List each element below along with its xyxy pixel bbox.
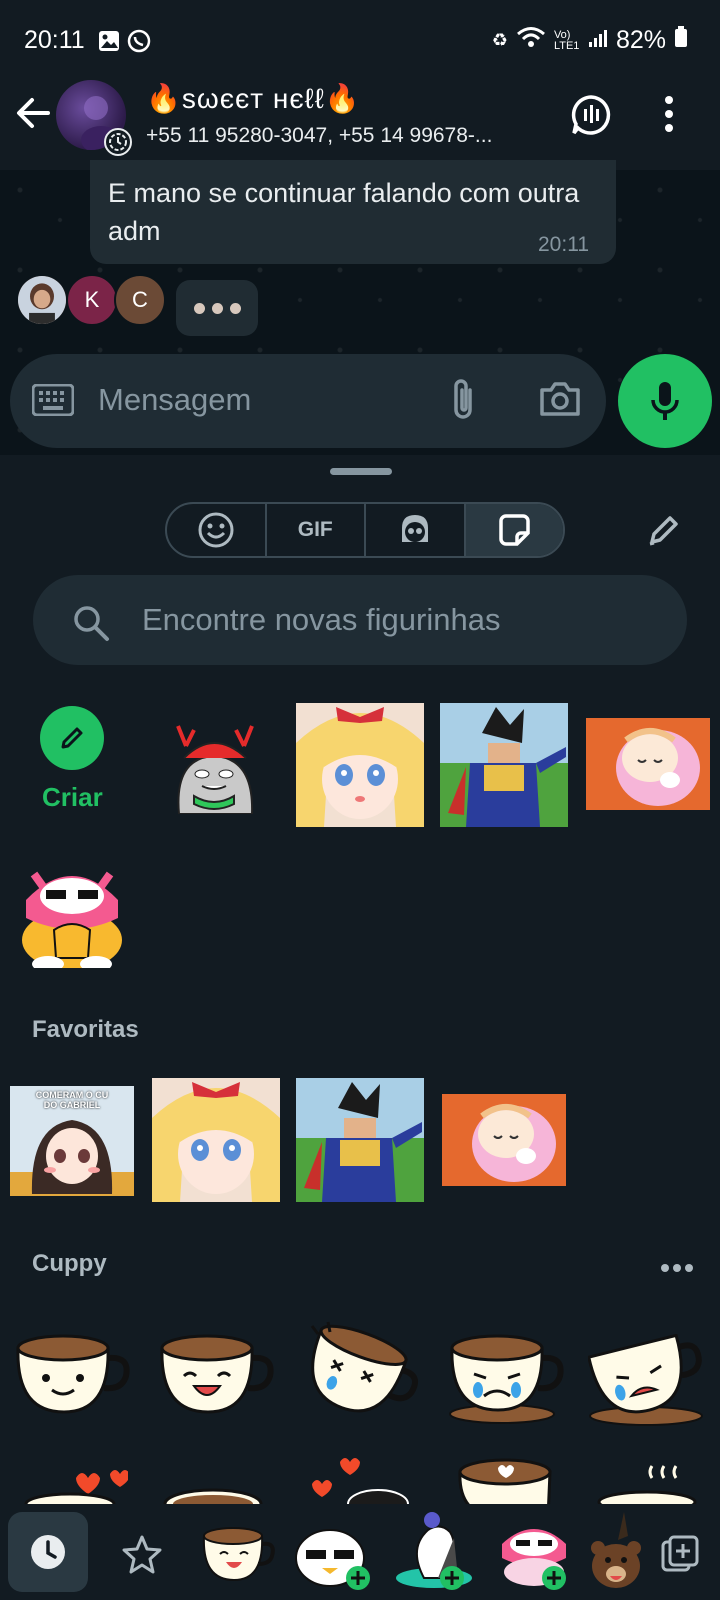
typing-avatar-3: C bbox=[114, 274, 166, 326]
sticker-cuppy-latte[interactable] bbox=[158, 1474, 268, 1504]
typing-avatar-letter: C bbox=[132, 287, 148, 312]
tray-pack-cat[interactable] bbox=[496, 1514, 576, 1595]
sticker-cuppy-smile[interactable] bbox=[14, 1330, 130, 1416]
attach-icon[interactable] bbox=[448, 378, 478, 427]
sticker-cuppy-tipped[interactable] bbox=[587, 1333, 706, 1426]
sticker-vegeta-2[interactable] bbox=[296, 1078, 424, 1202]
tab-avatar[interactable] bbox=[366, 504, 466, 556]
whatsapp-notification-icon bbox=[127, 29, 151, 58]
tab-gif[interactable]: GIF bbox=[267, 504, 366, 556]
tray-pack-ghost[interactable] bbox=[394, 1508, 474, 1597]
pencil-icon bbox=[61, 727, 83, 749]
sticker-crying-baby-2[interactable] bbox=[442, 1094, 566, 1186]
chat-participants[interactable]: +55 11 95280-3047, +55 14 99678-... bbox=[146, 124, 546, 148]
sticker-anime-girl-2[interactable] bbox=[152, 1078, 280, 1202]
disappearing-timer-icon bbox=[104, 128, 132, 156]
sticker-cuppy-latte-art[interactable] bbox=[448, 1458, 564, 1504]
favorites-label: Favoritas bbox=[32, 1016, 139, 1043]
typing-indicator bbox=[176, 280, 258, 336]
tab-emoji[interactable] bbox=[167, 504, 267, 556]
sticker-caption: COMERAM O CU DO GABRIEL bbox=[35, 1090, 109, 1110]
drag-handle[interactable] bbox=[330, 468, 392, 475]
pack-more-icon[interactable] bbox=[660, 1260, 694, 1278]
avatar-icon bbox=[401, 515, 428, 542]
sticker-cat-shades[interactable] bbox=[20, 860, 124, 968]
status-right: ♻ Vo) LTE1 82% bbox=[492, 26, 688, 55]
sticker-cuppy-love[interactable] bbox=[18, 1464, 128, 1504]
sticker-anime-girl-1[interactable] bbox=[296, 703, 424, 827]
battery-percent: 82% bbox=[615, 26, 666, 54]
typing-avatar-2: K bbox=[66, 274, 118, 326]
keyboard-icon[interactable] bbox=[31, 383, 75, 421]
wifi-icon bbox=[516, 26, 546, 55]
signal-icon bbox=[588, 26, 608, 55]
typing-avatar-letter: K bbox=[84, 287, 100, 312]
data-saver-icon: ♻ bbox=[491, 30, 508, 50]
sticker-anime-girl-gabriel[interactable]: COMERAM O CU DO GABRIEL bbox=[10, 1086, 134, 1196]
voice-chat-icon[interactable] bbox=[570, 94, 612, 141]
gif-label: GIF bbox=[297, 518, 333, 541]
typing-avatar-1 bbox=[16, 274, 68, 326]
pack-label: Cuppy bbox=[32, 1250, 107, 1277]
tray-favorites-button[interactable] bbox=[122, 1534, 162, 1579]
status-time: 20:11 bbox=[24, 26, 85, 54]
battery-icon bbox=[674, 26, 688, 55]
tray-pack-bear[interactable] bbox=[588, 1510, 644, 1595]
create-sticker-button[interactable] bbox=[40, 706, 104, 770]
clock-icon bbox=[31, 1535, 65, 1569]
sticker-icon bbox=[499, 514, 530, 546]
message-input[interactable]: Mensagem bbox=[98, 382, 251, 418]
sticker-cuppy-steam[interactable] bbox=[592, 1464, 702, 1504]
sticker-vegeta-1[interactable] bbox=[440, 703, 568, 827]
camera-icon[interactable] bbox=[538, 380, 582, 423]
back-arrow-icon[interactable] bbox=[14, 94, 52, 137]
sticker-cuppy-dizzy[interactable] bbox=[302, 1320, 420, 1420]
sticker-crying-baby[interactable] bbox=[586, 718, 710, 810]
create-label: Criar bbox=[42, 782, 103, 812]
tray-pack-cuppy[interactable] bbox=[200, 1524, 276, 1589]
gallery-notification-icon bbox=[98, 30, 120, 57]
sticker-cuppy-heart[interactable] bbox=[304, 1456, 414, 1504]
chat-title[interactable]: 🔥ѕωєєт нєℓℓ🔥 bbox=[146, 82, 361, 115]
sticker-search-input[interactable]: Encontre novas figurinhas bbox=[142, 602, 500, 638]
sticker-cuppy-crying[interactable] bbox=[446, 1330, 564, 1424]
add-pack-icon[interactable] bbox=[660, 1534, 700, 1579]
edit-pencil-icon[interactable] bbox=[644, 512, 682, 555]
sticker-cuppy-laugh[interactable] bbox=[158, 1330, 274, 1416]
emoji-icon bbox=[198, 512, 234, 548]
mic-icon bbox=[651, 382, 679, 420]
voice-record-button[interactable] bbox=[618, 354, 712, 448]
search-icon bbox=[72, 604, 110, 647]
sticker-reindeer-cat[interactable] bbox=[164, 718, 264, 814]
network-label: Vo) LTE1 bbox=[553, 28, 580, 52]
tray-pack-bird[interactable] bbox=[292, 1516, 372, 1597]
more-options-icon[interactable] bbox=[664, 96, 674, 137]
tab-stickers[interactable] bbox=[465, 504, 563, 556]
message-time: 20:11 bbox=[538, 233, 589, 256]
message-text: E mano se continuar falando com outra ad… bbox=[108, 178, 580, 246]
tray-recent-button[interactable] bbox=[8, 1512, 88, 1592]
panel-tabs: GIF bbox=[165, 502, 565, 558]
star-icon bbox=[122, 1535, 162, 1574]
